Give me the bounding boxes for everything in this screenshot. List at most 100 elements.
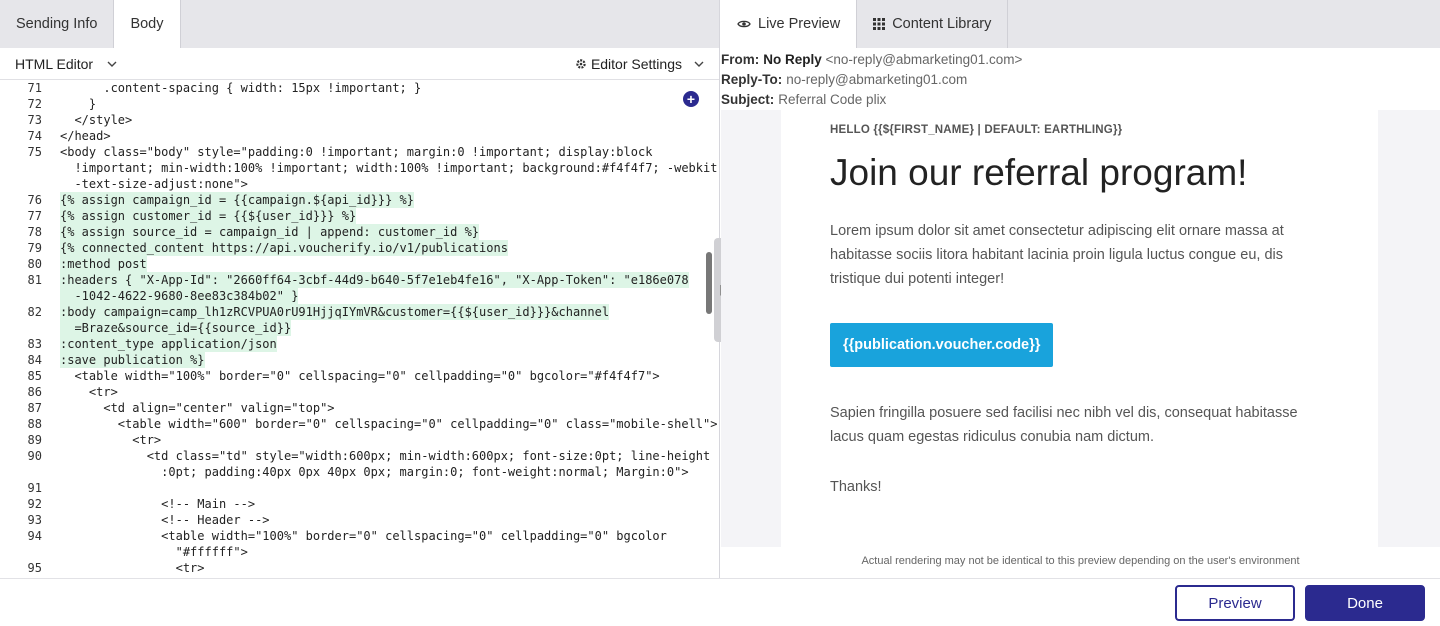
email-preview: HELLO {{${FIRST_NAME} | DEFAULT: EARTHLI…	[781, 110, 1378, 547]
editor-panel: Sending Info Body HTML Editor Editor Set…	[0, 0, 720, 578]
line-text: <!-- Header -->	[60, 513, 270, 527]
line-text: </head>	[60, 129, 111, 143]
line-number: 80	[27, 257, 42, 271]
line-text: .content-spacing { width: 15px !importan…	[60, 81, 422, 95]
line-text: {% connected_content https://api.voucher…	[60, 240, 508, 256]
line-number: 78	[27, 225, 42, 239]
grid-icon	[873, 18, 886, 30]
line-number: 82	[27, 305, 42, 319]
line-text: <table width="600" border="0" cellspacin…	[60, 417, 718, 431]
line-text: <body class="body" style="padding:0 !imp…	[60, 145, 653, 159]
line-text: "#ffffff">	[60, 545, 248, 559]
line-number: 83	[27, 337, 42, 351]
email-headline: Join our referral program!	[830, 152, 1248, 193]
tab-label: Live Preview	[758, 16, 841, 32]
code-line: 93 <!-- Header -->	[0, 512, 720, 528]
from-label: From:	[721, 52, 760, 67]
tab-live-preview[interactable]: Live Preview	[721, 0, 858, 48]
line-text: <td class="td" style="width:600px; min-w…	[60, 449, 711, 463]
line-number: 72	[27, 97, 42, 111]
editor-mode-select[interactable]: HTML Editor	[15, 56, 117, 72]
code-line: 94 <table width="100%" border="0" cellsp…	[0, 528, 720, 544]
editor-settings-button[interactable]: Editor Settings	[575, 56, 704, 72]
code-line: 95 <tr>	[0, 560, 720, 576]
code-line: :0pt; padding:40px 0px 40px 0px; margin:…	[0, 464, 720, 480]
code-line: 71 .content-spacing { width: 15px !impor…	[0, 80, 720, 96]
chevron-down-icon	[694, 61, 704, 67]
code-line: "#ffffff">	[0, 544, 720, 560]
code-line: =Braze&source_id={{source_id}}	[0, 320, 720, 336]
line-number: 81	[27, 273, 42, 287]
code-line: 92 <!-- Main -->	[0, 496, 720, 512]
email-paragraph: Lorem ipsum dolor sit amet consectetur a…	[830, 223, 1284, 287]
code-line: 76 {% assign campaign_id = {{campaign.${a…	[0, 192, 720, 208]
line-number: 86	[27, 385, 42, 399]
code-line: 87 <td align="center" valign="top">	[0, 400, 720, 416]
add-content-button[interactable]: +	[683, 91, 699, 107]
line-text: -text-size-adjust:none">	[60, 177, 248, 191]
line-text: :body campaign=camp_lh1zRCVPUA0rU91HjjqI…	[60, 304, 610, 320]
line-text: <table width="100%" border="0" cellspaci…	[60, 529, 667, 543]
replyto-value: no-reply@abmarketing01.com	[786, 72, 968, 87]
from-row: From: No Reply <no-reply@abmarketing01.co…	[721, 50, 1440, 70]
tab-content-library[interactable]: Content Library	[857, 0, 1009, 48]
from-name: No Reply	[763, 52, 822, 67]
code-line: 85 <table width="100%" border="0" cellsp…	[0, 368, 720, 384]
email-cta-button[interactable]: {{publication.voucher.code}}	[830, 323, 1054, 367]
line-text: :0pt; padding:40px 0px 40px 0px; margin:…	[60, 465, 689, 479]
line-number: 74	[27, 129, 42, 143]
code-line: 72 }	[0, 96, 720, 112]
line-number: 71	[27, 81, 42, 95]
code-line: 73 </style>	[0, 112, 720, 128]
line-number: 93	[27, 513, 42, 527]
preview-panel: Live Preview Content Library From: No Rep…	[721, 0, 1440, 578]
code-scrollbar[interactable]	[706, 252, 712, 314]
preview-button[interactable]: Preview	[1175, 585, 1295, 621]
preview-disclaimer: Actual rendering may not be identical to…	[861, 555, 1300, 567]
done-button[interactable]: Done	[1305, 585, 1425, 621]
right-tabbar: Live Preview Content Library	[721, 0, 1440, 48]
code-line: 79 {% connected_content https://api.vouch…	[0, 240, 720, 256]
replyto-row: Reply-To: no-reply@abmarketing01.com	[721, 70, 1440, 90]
line-number: 73	[27, 113, 42, 127]
line-number: 95	[27, 561, 42, 575]
code-line: 78 {% assign source_id = campaign_id | ap…	[0, 224, 720, 240]
code-line: !important; min-width:100% !important; w…	[0, 160, 720, 176]
code-line: 83:content_type application/json	[0, 336, 720, 352]
editor-settings-label: Editor Settings	[590, 55, 682, 72]
line-text: =Braze&source_id={{source_id}}	[60, 320, 292, 336]
code-line: 74 </head>	[0, 128, 720, 144]
code-line: -text-size-adjust:none">	[0, 176, 720, 192]
line-number: 79	[27, 241, 42, 255]
tab-label: Sending Info	[16, 16, 98, 32]
left-tabbar: Sending Info Body	[0, 0, 719, 48]
editor-header: HTML Editor Editor Settings	[0, 48, 719, 80]
email-paragraph: Sapien fringilla posuere sed facilisi ne…	[830, 405, 1298, 445]
code-line: 91	[0, 480, 720, 496]
email-editor-app: Sending Info Body HTML Editor Editor Set…	[0, 0, 1440, 626]
code-line: 75 <body class="body" style="padding:0 !i…	[0, 144, 720, 160]
eye-icon	[737, 19, 751, 29]
subject-label: Subject:	[721, 92, 775, 107]
line-text: {% assign customer_id = {{${user_id}}} %…	[60, 208, 357, 224]
line-number: 87	[27, 401, 42, 415]
code-editor[interactable]: 71 .content-spacing { width: 15px !impor…	[0, 80, 720, 578]
line-text: <!-- Main -->	[60, 497, 256, 511]
line-text: </style>	[60, 113, 133, 127]
line-number: 84	[27, 353, 42, 367]
email-signoff: Thanks!	[830, 479, 882, 495]
tab-sending-info[interactable]: Sending Info	[0, 0, 115, 48]
line-number: 75	[27, 145, 42, 159]
line-number: 89	[27, 433, 42, 447]
code-line: 88 <table width="600" border="0" cellspa…	[0, 416, 720, 432]
line-number: 88	[27, 417, 42, 431]
line-number: 90	[27, 449, 42, 463]
line-number: 76	[27, 193, 42, 207]
email-greeting: HELLO {{${FIRST_NAME} | DEFAULT: EARTHLI…	[830, 124, 1123, 136]
email-meta: From: No Reply <no-reply@abmarketing01.co…	[721, 48, 1440, 110]
line-text: <tr>	[60, 385, 118, 399]
tab-body[interactable]: Body	[114, 0, 181, 48]
replyto-label: Reply-To:	[721, 72, 783, 87]
from-email: <no-reply@abmarketing01.com>	[825, 52, 1023, 67]
line-text: :headers { "X-App-Id": "2660ff64-3cbf-44…	[60, 272, 689, 288]
